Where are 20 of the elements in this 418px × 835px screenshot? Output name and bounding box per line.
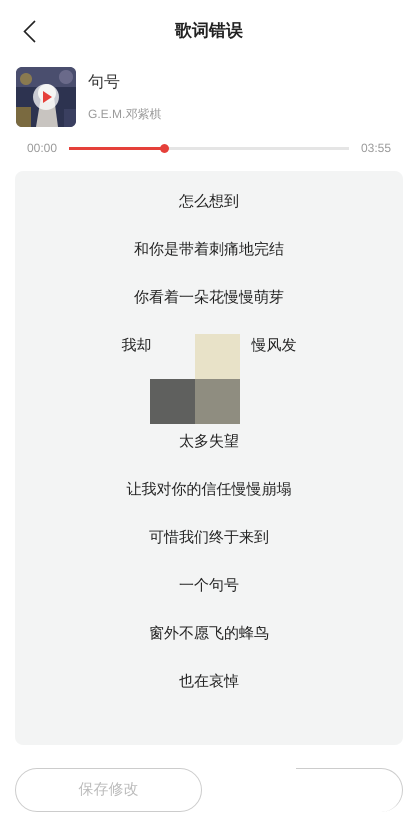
duration-time: 03:55 [360, 140, 391, 157]
lyric-line: 和你是带着刺痛地完结 [134, 240, 284, 260]
back-icon[interactable] [23, 20, 36, 43]
lyric-line: 怎么想到 [179, 192, 239, 212]
lyric-line: 也在哀悼 [179, 672, 239, 692]
elapsed-time: 00:00 [27, 140, 58, 157]
lyric-line: 可惜我们终于来到 [149, 528, 269, 548]
lyric-line: 慢风发 [252, 336, 296, 356]
song-title: 句号 [88, 73, 121, 93]
lyric-line: 你看着一朵花慢慢萌芽 [134, 288, 284, 308]
artist-name: G.E.M.邓紫棋 [88, 106, 162, 123]
lyric-line: 让我对你的信任慢慢崩塌 [126, 480, 292, 500]
page-title: 歌词错误 [175, 20, 243, 42]
lyric-line: 窗外不愿飞的蜂鸟 [149, 624, 269, 644]
lyric-line: 太多失望 [179, 432, 239, 452]
progress-track[interactable] [69, 146, 349, 150]
play-icon[interactable] [32, 83, 60, 111]
lyric-line: 一个句号 [179, 576, 239, 596]
progress-thumb[interactable] [160, 144, 170, 152]
lyric-line: 我却 [122, 336, 152, 356]
